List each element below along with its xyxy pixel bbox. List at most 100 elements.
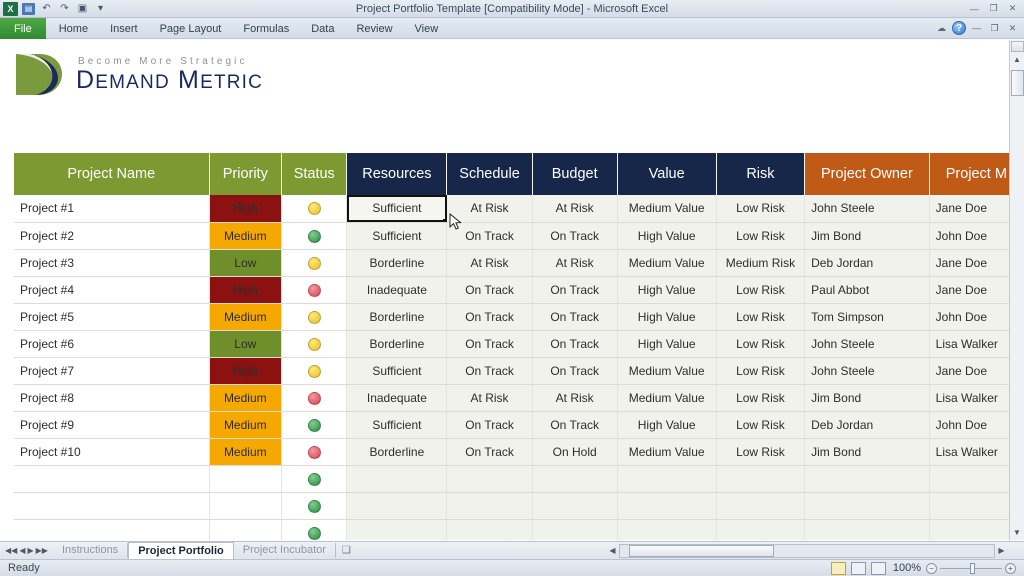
customize-qat-icon[interactable]: ▾ [93,2,108,16]
cell-project-owner[interactable]: Deb Jordan [805,411,930,438]
cell-priority[interactable]: Medium [209,384,281,411]
cell-project-owner[interactable]: Tom Simpson [805,303,930,330]
cell-project-owner[interactable]: John Steele [805,195,930,222]
cell-value[interactable] [617,465,716,492]
table-row[interactable]: Project #10MediumBorderlineOn TrackOn Ho… [14,438,1024,465]
cell-status[interactable] [282,303,347,330]
cell-resources[interactable]: Sufficient [347,222,447,249]
cell-project-owner[interactable]: Jim Bond [805,384,930,411]
cell-project-name[interactable]: Project #4 [14,276,209,303]
minimize-button[interactable]: — [966,2,983,16]
cell-budget[interactable]: On Track [532,357,617,384]
cell-project-name[interactable] [14,519,209,540]
excel-logo-icon[interactable]: X [3,2,18,16]
cell-status[interactable] [282,330,347,357]
header-resources[interactable]: Resources [347,153,447,195]
undo-icon[interactable]: ↶ [39,2,54,16]
help-icon[interactable]: ? [952,21,966,35]
cell-project-name[interactable]: Project #6 [14,330,209,357]
tab-view[interactable]: View [404,18,450,39]
cell-priority[interactable]: High [209,195,281,222]
cell-status[interactable] [282,276,347,303]
first-sheet-icon[interactable]: ◀◀ [5,546,17,555]
page-break-preview-button[interactable] [871,562,886,575]
table-row[interactable]: Project #4HighInadequateOn TrackOn Track… [14,276,1024,303]
cell-status[interactable] [282,195,347,222]
tab-data[interactable]: Data [300,18,345,39]
cell-status[interactable] [282,357,347,384]
cell-budget[interactable] [532,465,617,492]
cell-project-owner[interactable]: John Steele [805,357,930,384]
table-row[interactable] [14,492,1024,519]
cell-priority[interactable] [209,465,281,492]
cell-schedule[interactable]: On Track [447,438,532,465]
last-sheet-icon[interactable]: ▶▶ [36,546,48,555]
cell-priority[interactable] [209,492,281,519]
sheet-tab-project-portfolio[interactable]: Project Portfolio [128,542,234,560]
restore-workbook-button[interactable]: ❐ [987,23,1002,34]
header-status[interactable]: Status [282,153,347,195]
cell-risk[interactable]: Low Risk [716,303,804,330]
header-schedule[interactable]: Schedule [447,153,532,195]
tab-review[interactable]: Review [345,18,403,39]
horizontal-scrollbar[interactable]: ◀ ▶ [606,543,1024,558]
vertical-scrollbar[interactable]: ▲ ▼ [1009,40,1024,540]
zoom-in-button[interactable]: + [1005,563,1016,574]
cell-priority[interactable]: High [209,357,281,384]
cell-schedule[interactable] [447,465,532,492]
cell-status[interactable] [282,222,347,249]
cell-project-name[interactable]: Project #2 [14,222,209,249]
cell-value[interactable]: High Value [617,276,716,303]
cell-project-name[interactable]: Project #3 [14,249,209,276]
cell-risk[interactable] [716,519,804,540]
scroll-down-arrow-icon[interactable]: ▼ [1010,526,1024,540]
table-row[interactable]: Project #5MediumBorderlineOn TrackOn Tra… [14,303,1024,330]
project-portfolio-table[interactable]: Project Name Priority Status Resources S… [14,153,1024,540]
cell-risk[interactable]: Low Risk [716,384,804,411]
redo-icon[interactable]: ↷ [57,2,72,16]
cell-project-owner[interactable]: John Steele [805,330,930,357]
cell-status[interactable] [282,249,347,276]
table-row[interactable]: Project #3LowBorderlineAt RiskAt RiskMed… [14,249,1024,276]
cell-project-name[interactable]: Project #5 [14,303,209,330]
table-row[interactable]: Project #1HighSufficientAt RiskAt RiskMe… [14,195,1024,222]
cell-value[interactable]: Medium Value [617,249,716,276]
cell-status[interactable] [282,411,347,438]
header-priority[interactable]: Priority [209,153,281,195]
table-row[interactable]: Project #7HighSufficientOn TrackOn Track… [14,357,1024,384]
cell-budget[interactable] [532,519,617,540]
zoom-slider[interactable]: − + [926,563,1016,574]
prev-sheet-icon[interactable]: ◀ [19,546,25,555]
cell-project-name[interactable]: Project #1 [14,195,209,222]
cell-budget[interactable]: At Risk [532,195,617,222]
cell-risk[interactable]: Low Risk [716,195,804,222]
cell-resources[interactable]: Sufficient [347,357,447,384]
cell-priority[interactable] [209,519,281,540]
cell-priority[interactable]: Medium [209,303,281,330]
cell-priority[interactable]: Medium [209,411,281,438]
cell-priority[interactable]: Low [209,249,281,276]
cell-budget[interactable]: On Track [532,222,617,249]
cell-project-name[interactable]: Project #9 [14,411,209,438]
insert-worksheet-icon[interactable]: ❏ [336,545,357,556]
close-button[interactable]: ✕ [1004,2,1021,16]
cell-priority[interactable]: High [209,276,281,303]
cell-resources[interactable] [347,519,447,540]
horizontal-scroll-thumb[interactable] [629,545,774,557]
cell-resources[interactable]: Borderline [347,438,447,465]
cell-status[interactable] [282,384,347,411]
worksheet-area[interactable]: Become More Strategic DEMAND METRIC Proj… [0,40,1024,540]
cell-project-name[interactable]: Project #7 [14,357,209,384]
header-value[interactable]: Value [617,153,716,195]
cell-project-owner[interactable]: Jim Bond [805,222,930,249]
cell-resources[interactable] [347,492,447,519]
cell-risk[interactable]: Low Risk [716,438,804,465]
table-row[interactable] [14,519,1024,540]
cell-budget[interactable]: At Risk [532,249,617,276]
cell-value[interactable]: Medium Value [617,357,716,384]
cell-project-owner[interactable] [805,519,930,540]
page-layout-view-button[interactable] [851,562,866,575]
cell-project-name[interactable]: Project #10 [14,438,209,465]
cell-schedule[interactable]: On Track [447,357,532,384]
tab-home[interactable]: Home [48,18,99,39]
